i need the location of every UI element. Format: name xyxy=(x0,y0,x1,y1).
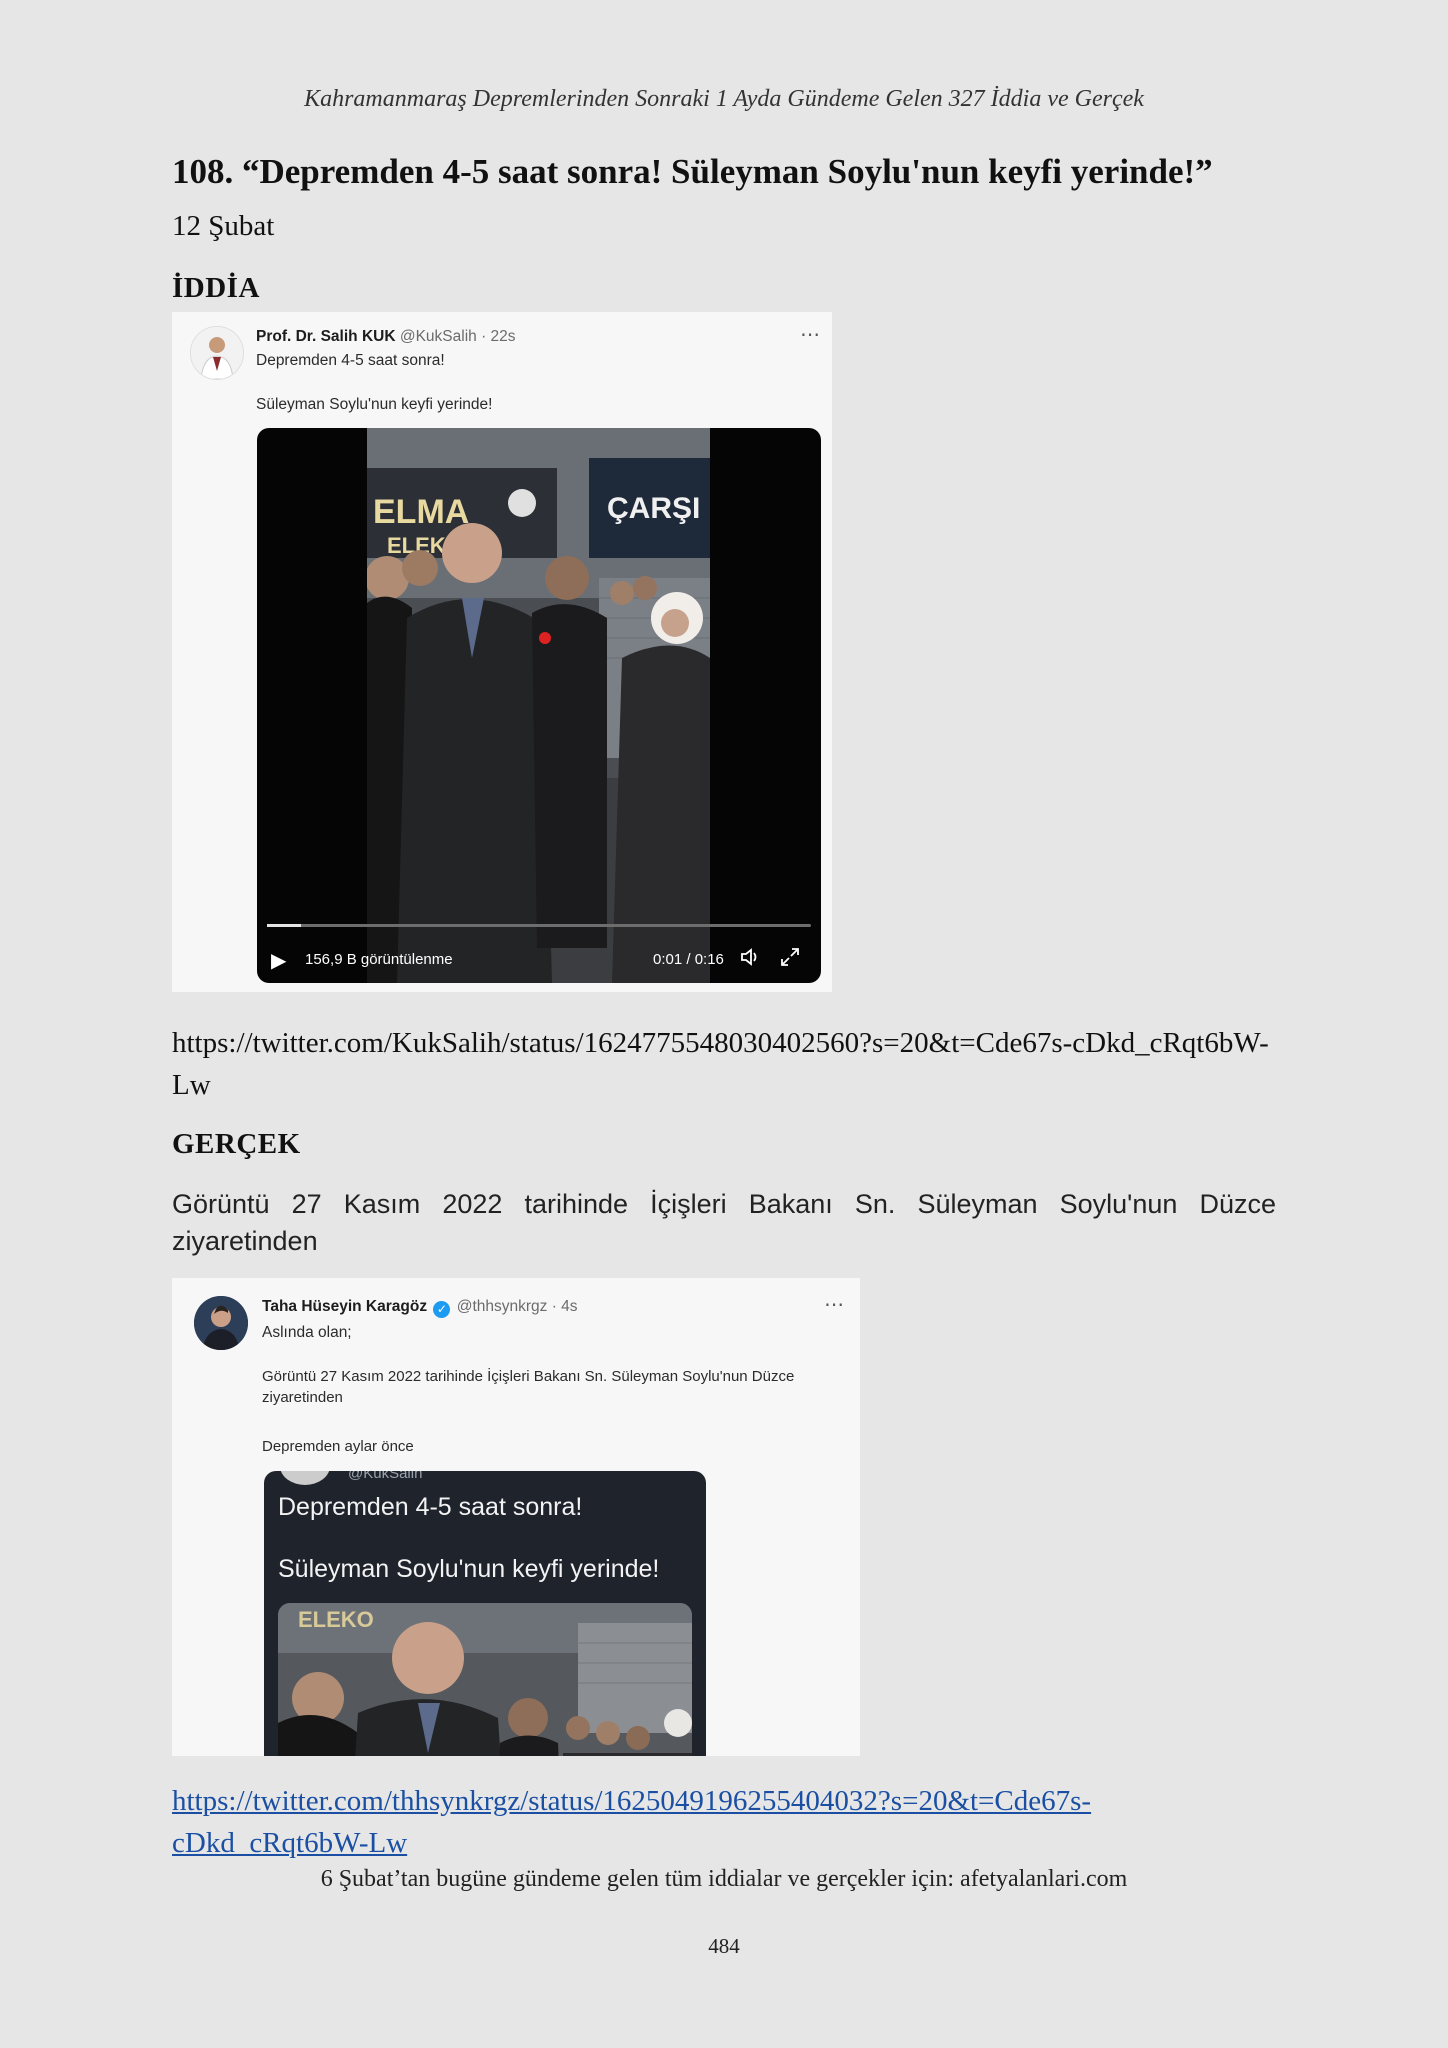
tweet-line-1: Aslında olan; xyxy=(262,1324,352,1341)
more-options-icon[interactable]: ⋯ xyxy=(824,1292,845,1317)
quoted-sign: ELEKO xyxy=(298,1607,374,1632)
footer-note: 6 Şubat’tan bugüne gündeme gelen tüm idd… xyxy=(320,1866,1128,1892)
entry-date: 12 Şubat xyxy=(172,210,275,242)
quoted-video-frame: ELEKO xyxy=(278,1603,692,1756)
tweet-time: · 4s xyxy=(551,1298,578,1315)
sign-right: ÇARŞI xyxy=(607,492,700,525)
play-icon[interactable]: ▶ xyxy=(271,948,286,973)
entry-heading: 108. “Depremden 4-5 saat sonra! Süleyman… xyxy=(172,152,1213,191)
fact-url-link[interactable]: https://twitter.com/thhsynkrgz/status/16… xyxy=(172,1780,1282,1864)
fact-label: GERÇEK xyxy=(172,1128,301,1160)
claim-label: İDDİA xyxy=(172,272,260,304)
claim-tweet-screenshot: Prof. Dr. Salih KUK @KukSalih · 22s ⋯ De… xyxy=(172,312,832,992)
quoted-line-1: Depremden 4-5 saat sonra! xyxy=(278,1493,583,1521)
tweet-meta: Prof. Dr. Salih KUK @KukSalih · 22s xyxy=(256,328,516,346)
tweet-video[interactable]: ELMA ELEKOM ÇARŞI ▶ 156,9 B görüntülenme… xyxy=(257,428,821,983)
more-options-icon[interactable]: ⋯ xyxy=(800,322,821,347)
fullscreen-icon[interactable] xyxy=(779,946,801,972)
verified-badge-icon: ✓ xyxy=(433,1301,451,1318)
tweet-line-2: Süleyman Soylu'nun keyfi yerinde! xyxy=(256,396,493,413)
quoted-tweet-image: @KukSalih Depremden 4-5 saat sonra! Süle… xyxy=(264,1471,706,1756)
sign-left: ELMA xyxy=(373,493,469,531)
author-avatar xyxy=(194,1296,248,1350)
tweet-time: · 22s xyxy=(481,328,516,345)
fact-text: Görüntü 27 Kasım 2022 tarihinde İçişleri… xyxy=(172,1189,1276,1256)
author-name: Prof. Dr. Salih KUK xyxy=(256,328,396,345)
quoted-handle: @KukSalih xyxy=(348,1471,423,1482)
claim-url[interactable]: https://twitter.com/KukSalih/status/1624… xyxy=(172,1022,1282,1106)
fact-tweet-screenshot: Taha Hüseyin Karagöz ✓ @thhsynkrgz · 4s … xyxy=(172,1278,860,1756)
running-head: Kahramanmaraş Depremlerinden Sonraki 1 A… xyxy=(304,86,1144,112)
video-views: 156,9 B görüntülenme xyxy=(305,951,453,968)
tweet-meta: Taha Hüseyin Karagöz ✓ @thhsynkrgz · 4s xyxy=(262,1298,578,1318)
tweet-line-2: Görüntü 27 Kasım 2022 tarihinde İçişleri… xyxy=(262,1368,795,1406)
author-handle: @KukSalih xyxy=(399,328,477,345)
volume-icon[interactable] xyxy=(739,946,761,972)
quoted-line-2: Süleyman Soylu'nun keyfi yerinde! xyxy=(278,1555,660,1583)
author-name: Taha Hüseyin Karagöz xyxy=(262,1298,428,1315)
author-avatar xyxy=(190,326,244,380)
video-time: 0:01 / 0:16 xyxy=(653,951,724,968)
video-progress-bar[interactable] xyxy=(267,924,811,927)
tweet-line-1: Depremden 4-5 saat sonra! xyxy=(256,352,445,369)
tweet-line-3: Depremden aylar önce xyxy=(262,1438,414,1455)
page-number: 484 xyxy=(708,1934,740,1958)
author-handle: @thhsynkrgz xyxy=(456,1298,548,1315)
video-frame: ELMA ELEKOM ÇARŞI xyxy=(367,428,710,983)
quoted-avatar xyxy=(280,1471,330,1485)
